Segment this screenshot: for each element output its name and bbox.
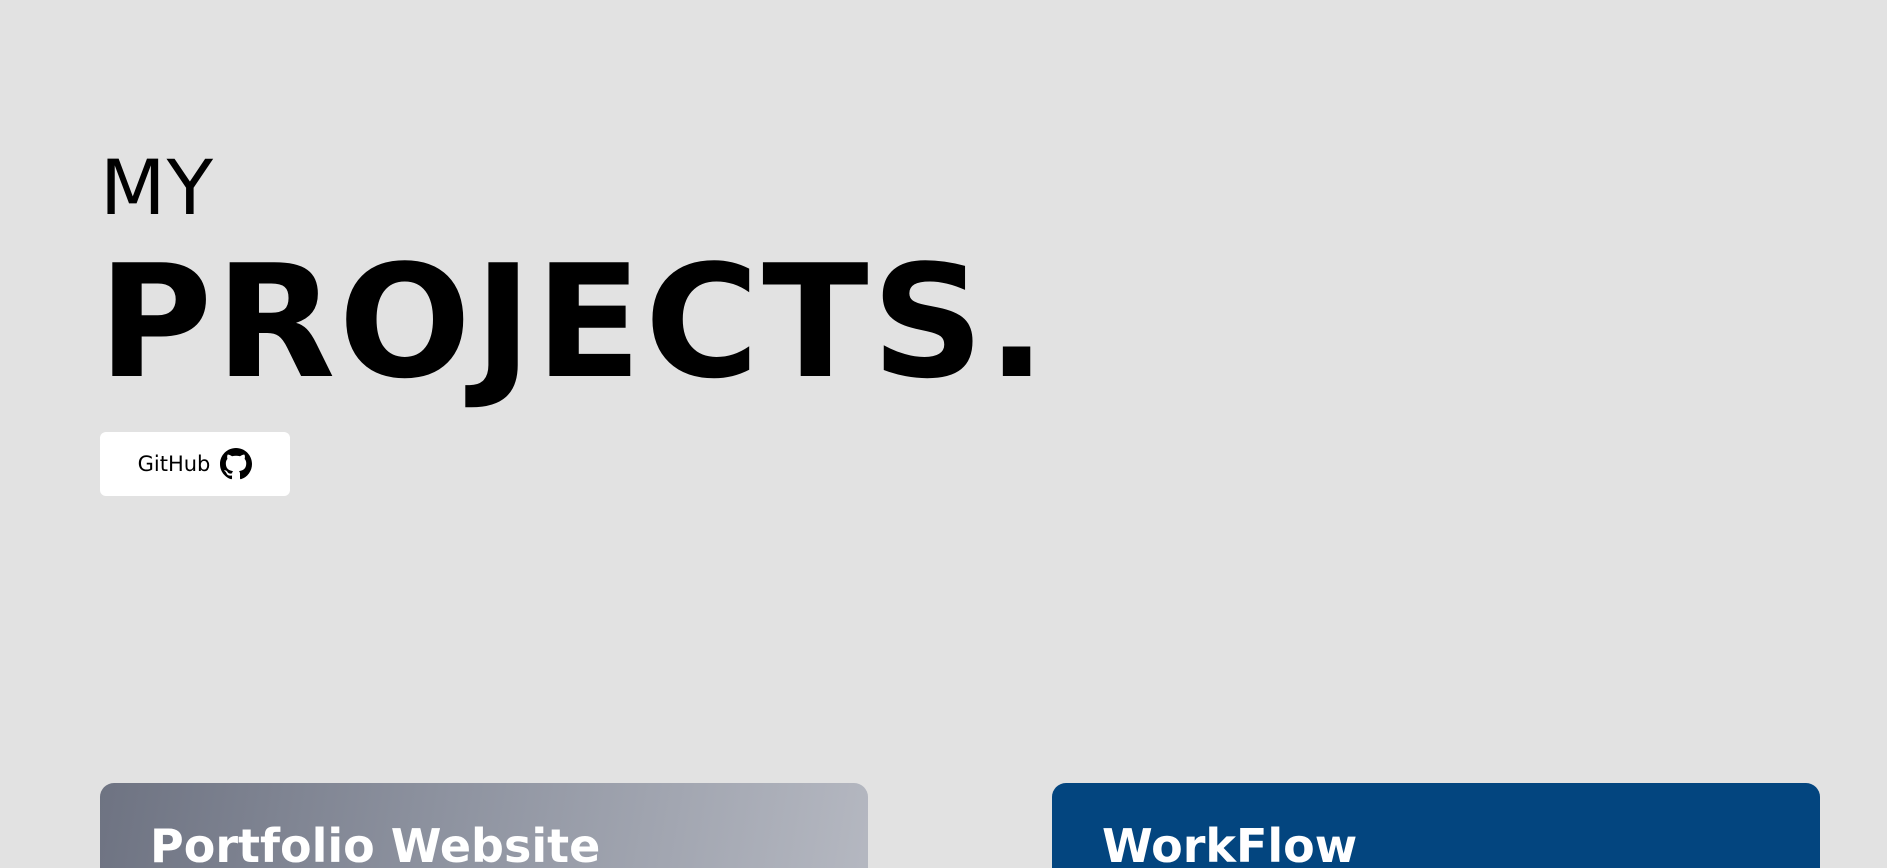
hero-section: MY PROJECTS. [98,143,1050,413]
project-card-title: WorkFlow [1102,819,1358,868]
project-card-portfolio[interactable]: Portfolio Website [100,783,868,868]
project-card-workflow[interactable]: WorkFlow [1052,783,1820,868]
github-button-label: GitHub [137,452,211,476]
github-button[interactable]: GitHub [100,432,290,496]
page-title: PROJECTS. [98,231,1050,413]
page-subtitle: MY [100,143,214,232]
project-card-title: Portfolio Website [150,819,601,868]
page: MY PROJECTS. GitHub Portfolio Website Wo… [0,0,1887,868]
github-icon [220,448,253,480]
